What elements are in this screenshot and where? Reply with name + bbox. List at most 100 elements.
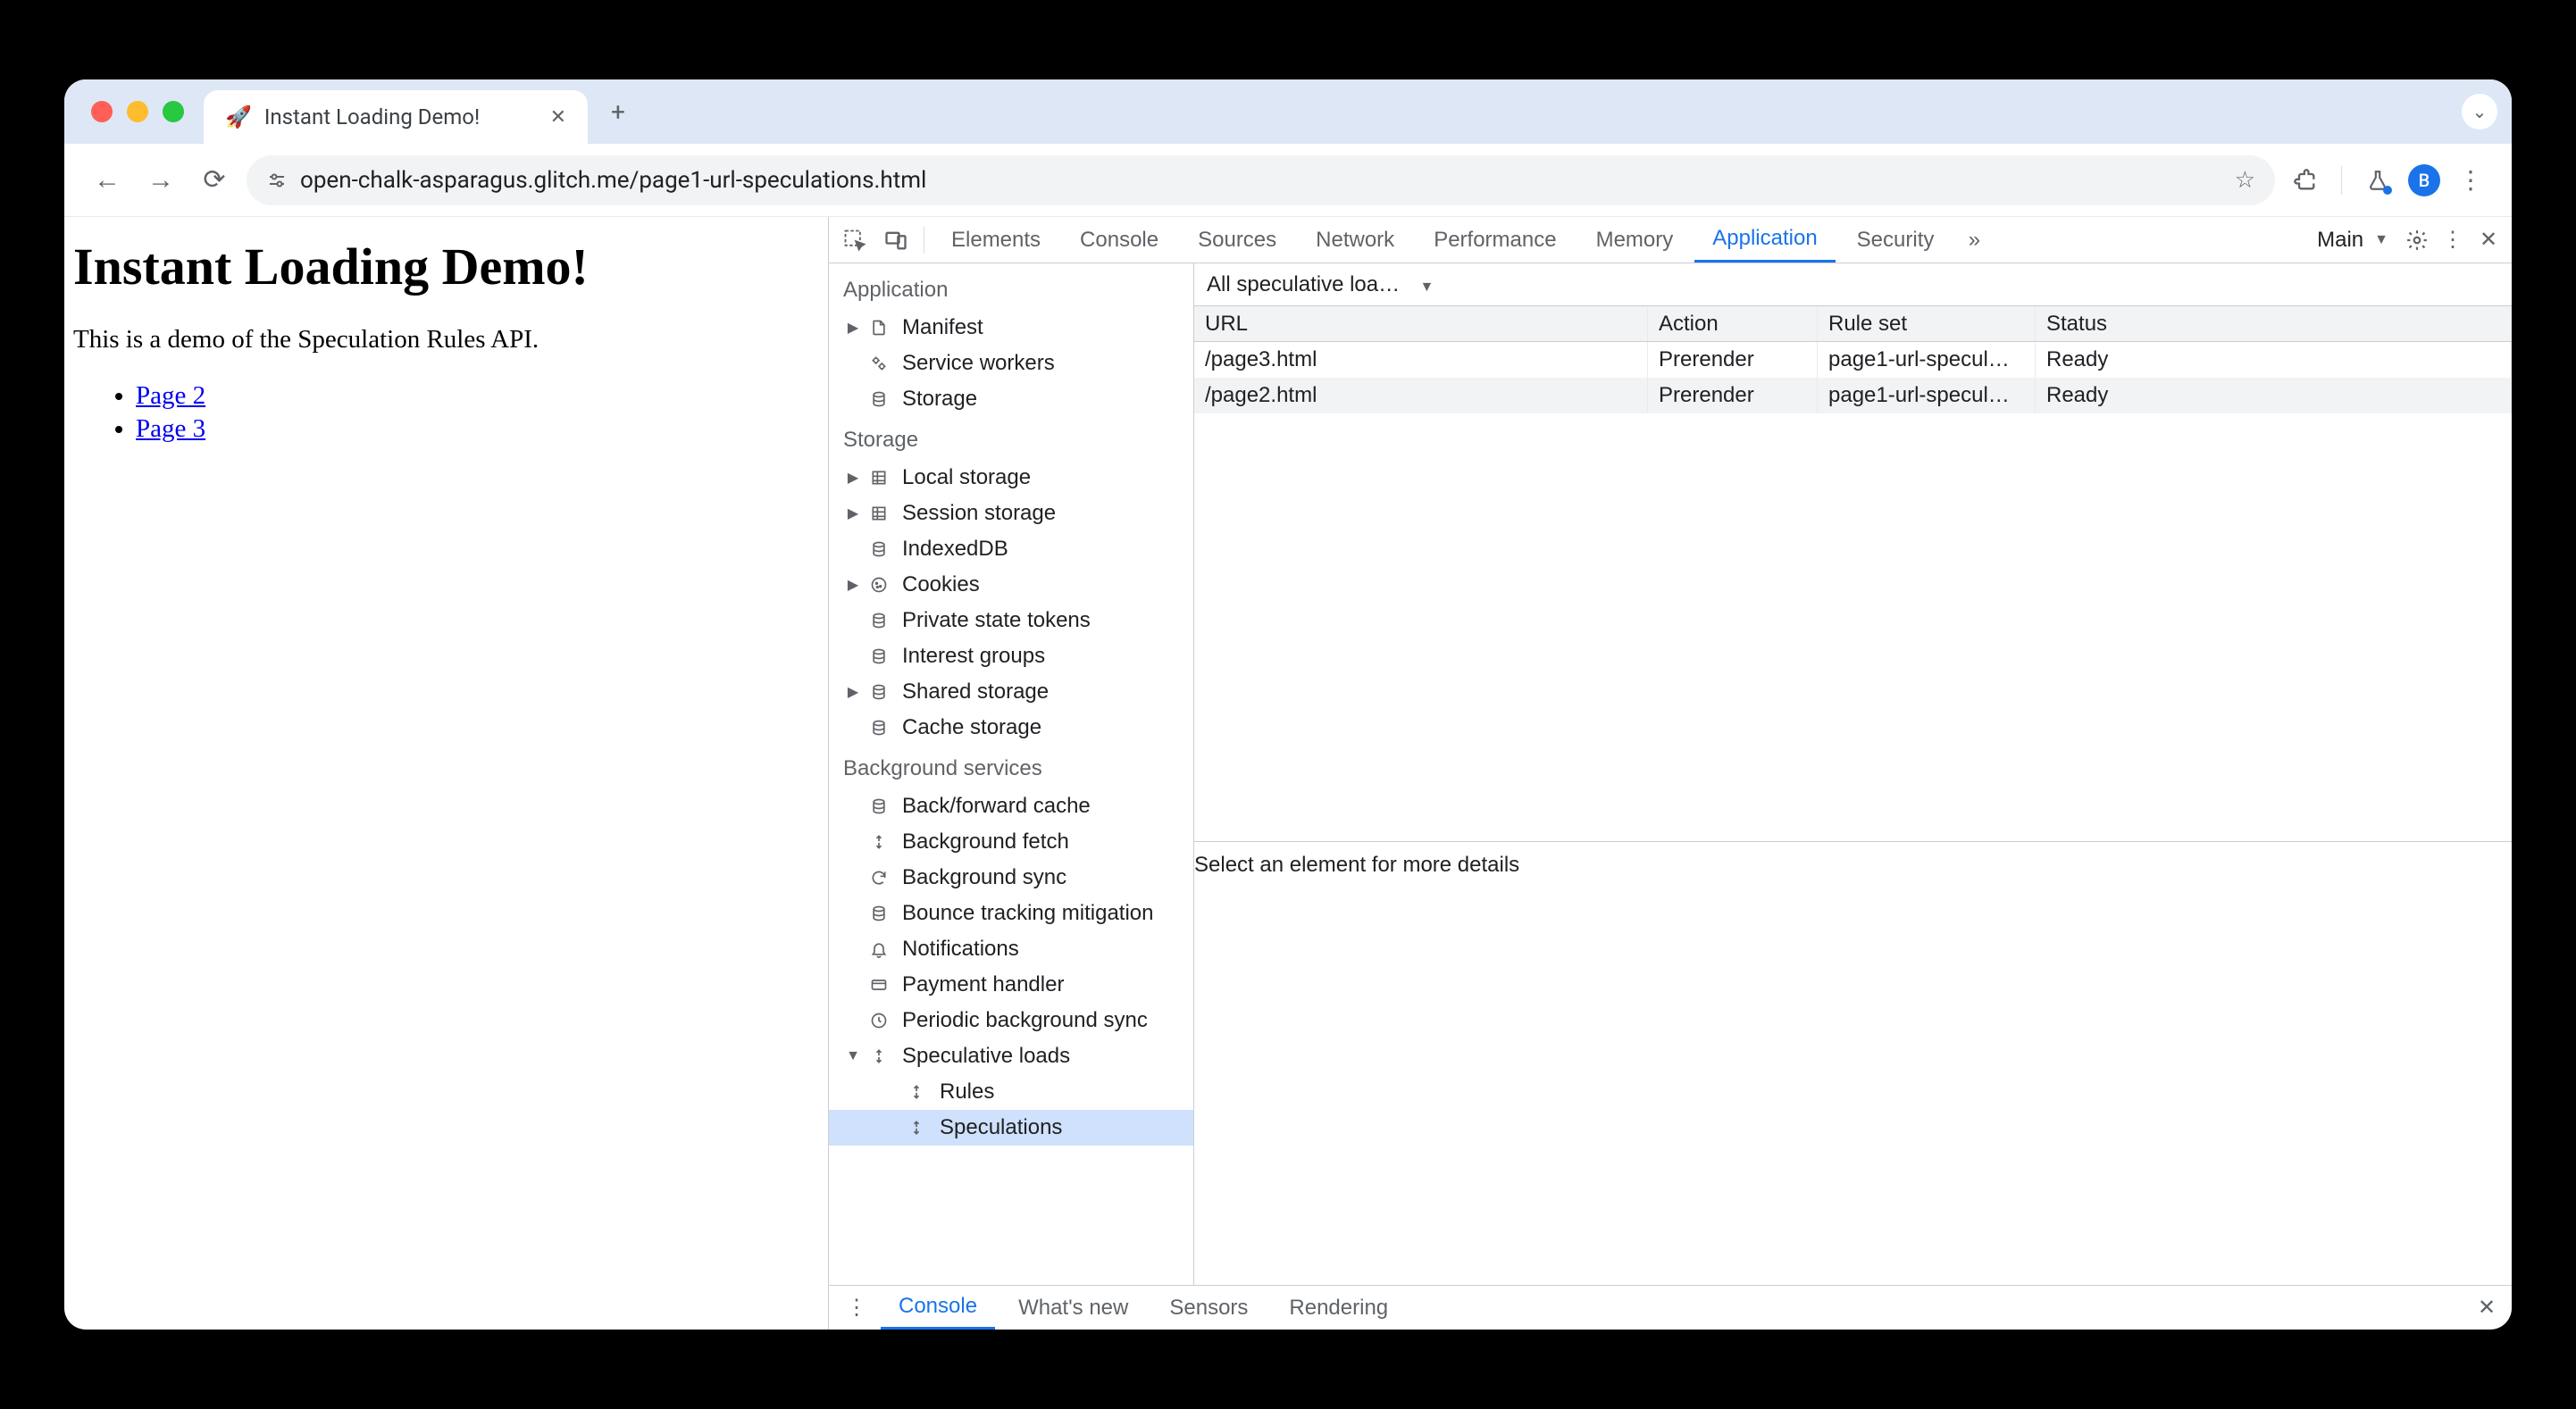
more-tabs-icon[interactable]: » (1955, 221, 1993, 259)
sidebar-item[interactable]: Payment handler (829, 967, 1193, 1003)
devtools-tab-memory[interactable]: Memory (1578, 217, 1692, 263)
sidebar-item-label: Periodic background sync (902, 1008, 1148, 1033)
sidebar-item[interactable]: Service workers (829, 346, 1193, 381)
chrome-menu-icon[interactable]: ⋮ (2451, 161, 2490, 200)
labs-icon[interactable] (2358, 161, 2397, 200)
drawer-close-icon[interactable]: ✕ (2471, 1295, 2503, 1321)
sidebar-item-label: Background fetch (902, 830, 1069, 855)
sidebar-item[interactable]: Private state tokens (829, 603, 1193, 638)
sidebar-item[interactable]: Background fetch (829, 824, 1193, 860)
cookie-icon (870, 576, 893, 594)
table-cell: Prerender (1648, 342, 1818, 378)
sidebar-item[interactable]: ▶Cookies (829, 567, 1193, 603)
sidebar-item[interactable]: Speculations (829, 1110, 1193, 1146)
sidebar-section-title: Storage (829, 417, 1193, 460)
sidebar-item[interactable]: Bounce tracking mitigation (829, 896, 1193, 931)
sidebar-item[interactable]: Rules (829, 1074, 1193, 1110)
sidebar-item[interactable]: ▼Speculative loads (829, 1038, 1193, 1074)
site-controls-icon[interactable] (266, 170, 288, 191)
arrows-icon (870, 1047, 893, 1065)
sidebar-item[interactable]: ▶Session storage (829, 496, 1193, 531)
sidebar-item[interactable]: Cache storage (829, 710, 1193, 746)
arrows-icon (907, 1119, 931, 1137)
sidebar-item-label: Background sync (902, 865, 1066, 890)
browser-tab[interactable]: 🚀 Instant Loading Demo! ✕ (204, 90, 588, 144)
page-link-list: Page 2 Page 3 (73, 381, 828, 444)
drawer-tab-sensors[interactable]: Sensors (1151, 1286, 1266, 1330)
th-status[interactable]: Status (2036, 306, 2512, 341)
minimize-window-button[interactable] (127, 101, 148, 122)
db-icon (870, 647, 893, 665)
sidebar-item[interactable]: ▶Local storage (829, 460, 1193, 496)
device-toolbar-icon[interactable] (877, 221, 915, 259)
sidebar-item-label: Local storage (902, 465, 1031, 490)
extensions-icon[interactable] (2286, 161, 2325, 200)
address-bar[interactable]: open-chalk-asparagus.glitch.me/page1-url… (247, 155, 2275, 205)
sidebar-item[interactable]: ▶Manifest (829, 310, 1193, 346)
devtools-drawer: ⋮ Console What's new Sensors Rendering ✕ (829, 1285, 2512, 1330)
th-action[interactable]: Action (1648, 306, 1818, 341)
forward-button[interactable]: → (139, 159, 182, 202)
sidebar-item-label: Bounce tracking mitigation (902, 901, 1153, 926)
sidebar-item[interactable]: Notifications (829, 931, 1193, 967)
new-tab-button[interactable]: + (595, 97, 641, 127)
drawer-tab-whatsnew[interactable]: What's new (1000, 1286, 1146, 1330)
devtools-tab-sources[interactable]: Sources (1180, 217, 1294, 263)
sidebar-item[interactable]: ▶Shared storage (829, 674, 1193, 710)
devtools-tab-elements[interactable]: Elements (933, 217, 1058, 263)
tab-close-icon[interactable]: ✕ (550, 106, 566, 129)
sidebar-item[interactable]: Storage (829, 381, 1193, 417)
sidebar-item[interactable]: Background sync (829, 860, 1193, 896)
page-link[interactable]: Page 3 (136, 414, 205, 443)
reload-button[interactable]: ⟳ (193, 159, 236, 202)
devtools-more-icon[interactable]: ⋮ (2437, 224, 2469, 256)
close-window-button[interactable] (91, 101, 113, 122)
devtools-close-icon[interactable]: ✕ (2472, 224, 2505, 256)
inspect-element-icon[interactable] (836, 221, 874, 259)
sidebar-item-label: Cache storage (902, 715, 1041, 740)
table-row[interactable]: /page2.htmlPrerenderpage1-url-specul…Rea… (1194, 378, 2512, 413)
sidebar-item[interactable]: Interest groups (829, 638, 1193, 674)
th-url[interactable]: URL (1194, 306, 1648, 341)
devtools-tab-performance[interactable]: Performance (1416, 217, 1574, 263)
sidebar-item-label: Storage (902, 387, 977, 412)
sidebar-item-label: Cookies (902, 572, 980, 597)
page-link[interactable]: Page 2 (136, 381, 205, 410)
tab-search-button[interactable]: ⌄ (2462, 94, 2497, 129)
arrows-icon (870, 833, 893, 851)
content-area: Instant Loading Demo! This is a demo of … (64, 217, 2512, 1330)
sidebar-item-label: Session storage (902, 501, 1056, 526)
db-icon (870, 797, 893, 815)
db-icon (870, 905, 893, 922)
grid-icon (870, 469, 893, 487)
sidebar-item[interactable]: Back/forward cache (829, 788, 1193, 824)
application-main: All speculative loa… URL Action Rule set… (1194, 263, 2512, 1285)
th-ruleset[interactable]: Rule set (1818, 306, 2036, 341)
speculations-table: URL Action Rule set Status /page3.htmlPr… (1194, 306, 2512, 842)
rendered-page: Instant Loading Demo! This is a demo of … (64, 217, 828, 1330)
table-cell: Ready (2036, 378, 2512, 413)
table-row[interactable]: /page3.htmlPrerenderpage1-url-specul…Rea… (1194, 342, 2512, 378)
table-cell: /page2.html (1194, 378, 1648, 413)
tab-title: Instant Loading Demo! (264, 104, 538, 129)
devtools-tabbar: Elements Console Sources Network Perform… (829, 217, 2512, 263)
drawer-tab-rendering[interactable]: Rendering (1271, 1286, 1406, 1330)
drawer-more-icon[interactable]: ⋮ (838, 1289, 875, 1327)
sidebar-item[interactable]: Periodic background sync (829, 1003, 1193, 1038)
filter-dropdown[interactable]: All speculative loa… (1207, 272, 1434, 297)
drawer-tab-console[interactable]: Console (881, 1286, 995, 1330)
sidebar-item[interactable]: IndexedDB (829, 531, 1193, 567)
browser-window: 🚀 Instant Loading Demo! ✕ + ⌄ ← → ⟳ open… (64, 79, 2512, 1330)
devtools-tab-application[interactable]: Application (1694, 217, 1835, 263)
maximize-window-button[interactable] (163, 101, 184, 122)
devtools-settings-icon[interactable] (2401, 224, 2433, 256)
profile-avatar[interactable]: B (2408, 164, 2440, 196)
bookmark-icon[interactable]: ☆ (2235, 167, 2255, 194)
sync-icon (870, 869, 893, 887)
sidebar-item-label: Service workers (902, 351, 1055, 376)
devtools-tab-security[interactable]: Security (1839, 217, 1953, 263)
frame-selector[interactable]: Main▼ (2308, 228, 2397, 253)
devtools-tab-console[interactable]: Console (1062, 217, 1176, 263)
back-button[interactable]: ← (86, 159, 129, 202)
devtools-tab-network[interactable]: Network (1298, 217, 1412, 263)
